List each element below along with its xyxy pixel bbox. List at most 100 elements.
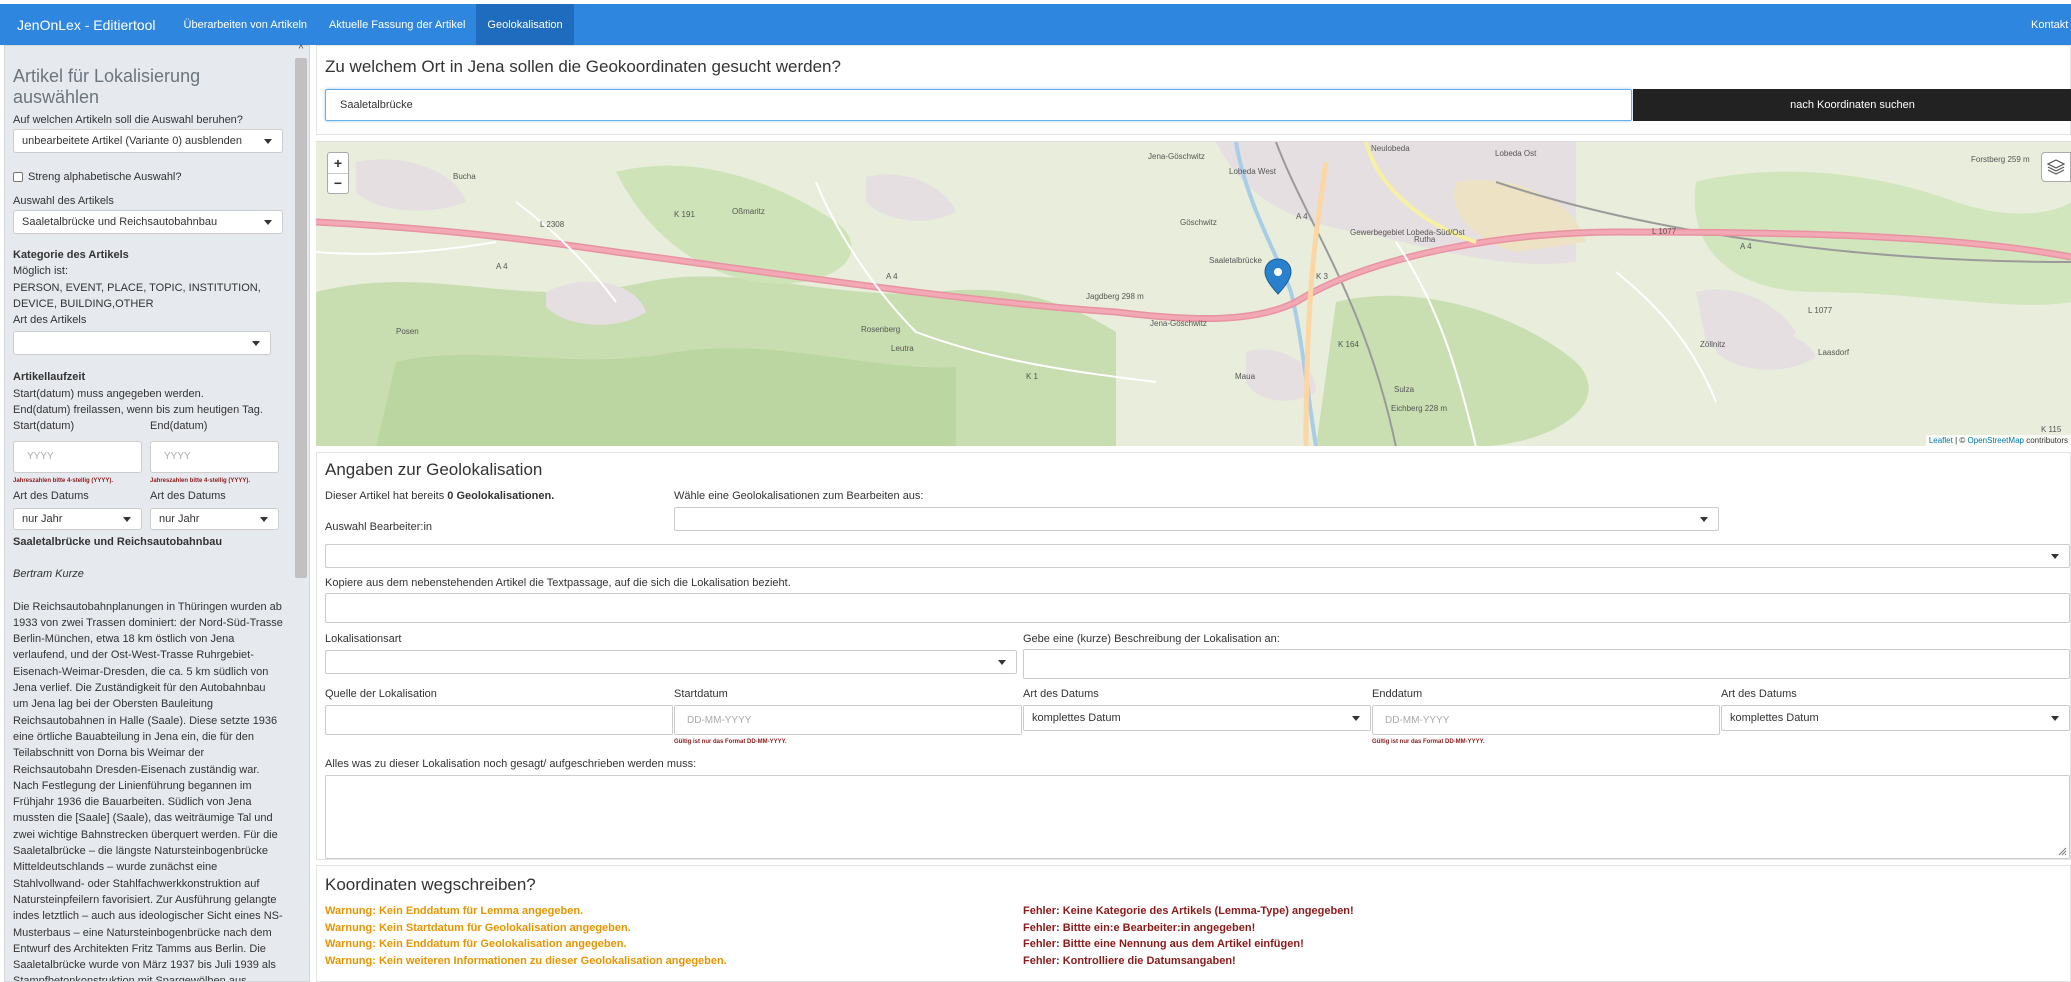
start-year-input[interactable]: YYYY xyxy=(13,440,142,473)
error-message: Fehler: Kontrolliere die Datumsangaben! xyxy=(1023,954,1236,967)
start-date-label: Start(datum) xyxy=(13,420,75,433)
map-label: L 1077 xyxy=(1808,306,1833,315)
description-label: Gebe eine (kurze) Beschreibung der Lokal… xyxy=(1023,633,1280,645)
geo-end-date-input[interactable]: DD-MM-YYYY xyxy=(1372,705,1720,735)
geo-end-date-type-select[interactable]: komplettes Datum xyxy=(1721,705,2070,731)
geo-start-date-type-label: Art des Datums xyxy=(1023,688,1099,700)
zoom-out-button[interactable]: − xyxy=(328,174,348,194)
map[interactable]: Bucha Oßmaritz Göschwitz Saaletalbrücke … xyxy=(316,141,2071,446)
map-label: Forstberg 259 m xyxy=(1971,155,2030,164)
nav-tab-edit-articles[interactable]: Überarbeiten von Artikeln xyxy=(173,4,319,45)
caret-down-icon xyxy=(1700,517,1708,522)
start-date-type-select[interactable]: nur Jahr xyxy=(13,507,142,530)
geolocation-count-prefix: Dieser Artikel hat bereits xyxy=(325,490,448,502)
caret-down-icon xyxy=(1352,716,1360,721)
article-select[interactable]: Saaletalbrücke und Reichsautobahnbau xyxy=(13,210,283,234)
map-label: A 4 xyxy=(1296,212,1308,221)
map-attribution: Leaflet | © OpenStreetMap contributors xyxy=(1925,435,2071,446)
article-title: Saaletalbrücke und Reichsautobahnbau xyxy=(13,535,223,548)
map-label: K 1 xyxy=(1026,372,1039,381)
layers-icon[interactable] xyxy=(2041,152,2071,182)
geo-start-date-type-value: komplettes Datum xyxy=(1032,712,1121,724)
save-card: Koordinaten wegschreiben? Warnung: Kein … xyxy=(316,865,2071,982)
source-input[interactable] xyxy=(325,705,673,735)
strict-alpha-checkbox[interactable] xyxy=(13,172,23,182)
passage-input[interactable] xyxy=(325,593,2070,623)
search-question: Zu welchem Ort in Jena sollen die Geokoo… xyxy=(325,57,841,76)
map-label: Laasdorf xyxy=(1818,348,1850,357)
runtime-note-end: End(datum) freilassen, wenn bis zum heut… xyxy=(13,404,263,417)
osm-link[interactable]: OpenStreetMap xyxy=(1967,436,2023,445)
search-coordinates-button[interactable]: nach Koordinaten suchen xyxy=(1633,89,2071,121)
category-type-label: Art des Artikels xyxy=(13,314,87,327)
caret-down-icon xyxy=(264,139,272,144)
category-type-select[interactable] xyxy=(13,331,271,356)
caret-down-icon xyxy=(123,516,131,522)
map-label: Maua xyxy=(1235,372,1256,381)
end-date-type-value: nur Jahr xyxy=(159,512,200,525)
map-label: Gewerbegebiet Lobeda-Süd/Ost xyxy=(1350,228,1465,237)
error-message: Fehler: Keine Kategorie des Artikels (Le… xyxy=(1023,905,1354,917)
notes-textarea[interactable] xyxy=(325,775,2070,859)
scroll-up-icon[interactable]: ^ xyxy=(293,44,309,58)
end-year-input[interactable]: YYYY xyxy=(150,440,279,473)
nav-tab-geolocation[interactable]: Geolokalisation xyxy=(476,4,574,45)
start-date-type-label: Art des Datums xyxy=(13,489,89,502)
geo-start-date-type-select[interactable]: komplettes Datum xyxy=(1023,705,1371,731)
map-label: K 3 xyxy=(1316,272,1329,281)
map-label: K 164 xyxy=(1338,340,1359,349)
error-message: Fehler: Bittte eine Nennung aus dem Arti… xyxy=(1023,938,1304,950)
map-label: Lobeda Ost xyxy=(1495,149,1537,158)
nav-tab-current-articles[interactable]: Aktuelle Fassung der Artikel xyxy=(318,4,476,45)
navbar: JenOnLex - Editiertool Überarbeiten von … xyxy=(0,4,2071,45)
brand-title[interactable]: JenOnLex - Editiertool xyxy=(0,17,173,33)
end-date-type-select[interactable]: nur Jahr xyxy=(150,507,279,530)
map-label: Jagdberg 298 m xyxy=(1086,292,1144,301)
notes-label: Alles was zu dieser Lokalisation noch ge… xyxy=(325,758,697,770)
caret-down-icon xyxy=(260,516,268,522)
sidebar-scrollbar[interactable] xyxy=(295,58,307,578)
leaflet-link[interactable]: Leaflet xyxy=(1929,436,1953,445)
geo-end-date-type-value: komplettes Datum xyxy=(1730,712,1819,724)
map-label: Lobeda West xyxy=(1229,167,1276,176)
end-year-hint: Jahreszahlen bitte 4-stellig (YYYY). xyxy=(150,477,251,484)
category-possible: Möglich ist: xyxy=(13,265,69,278)
warnings-list: Warnung: Kein Enddatum für Lemma angegeb… xyxy=(325,903,727,969)
map-label: A 4 xyxy=(496,262,508,271)
strict-alpha-checkbox-row[interactable]: Streng alphabetische Auswahl? xyxy=(13,171,283,183)
selection-basis-select[interactable]: unbearbeitete Artikel (Variante 0) ausbl… xyxy=(13,129,283,153)
map-label: Zöllnitz xyxy=(1700,340,1726,349)
start-year-hint: Jahreszahlen bitte 4-stellig (YYYY). xyxy=(13,477,114,484)
geo-start-date-label: Startdatum xyxy=(674,688,728,700)
warning-message: Warnung: Kein Enddatum für Geolokalisati… xyxy=(325,938,627,950)
errors-list: Fehler: Keine Kategorie des Artikels (Le… xyxy=(1023,903,1354,969)
geo-start-date-input[interactable]: DD-MM-YYYY xyxy=(674,705,1022,735)
warning-message: Warnung: Kein Enddatum für Lemma angegeb… xyxy=(325,905,584,917)
map-label: Leutra xyxy=(891,344,914,353)
article-author: Bertram Kurze xyxy=(13,568,84,581)
zoom-in-button[interactable]: + xyxy=(328,153,348,174)
warning-message: Warnung: Kein weiteren Informationen zu … xyxy=(325,954,727,967)
map-label: A 4 xyxy=(1740,242,1752,251)
caret-down-icon xyxy=(2051,554,2059,559)
end-date-type-label: Art des Datums xyxy=(150,489,226,502)
category-heading: Kategorie des Artikels xyxy=(13,249,129,261)
article-select-label: Auswahl des Artikels xyxy=(13,195,114,207)
map-label: Oßmaritz xyxy=(732,207,765,216)
map-zoom-control: + − xyxy=(327,152,349,194)
error-message: Fehler: Bittte ein:e Bearbeiter:in angeg… xyxy=(1023,921,1256,934)
map-label: L 1077 xyxy=(1652,227,1677,236)
description-input[interactable] xyxy=(1023,649,2070,679)
runtime-note-start: Start(datum) muss angegeben werden. xyxy=(13,387,204,400)
end-date-label: End(datum) xyxy=(150,420,208,433)
geo-start-date-hint: Gültig ist nur das Format DD-MM-YYYY. xyxy=(674,739,787,745)
location-search-input[interactable]: Saaletalbrücke xyxy=(325,89,1632,121)
map-label: Neulobeda xyxy=(1371,144,1410,153)
nav-contact[interactable]: Kontakt xyxy=(2031,19,2071,31)
map-tiles xyxy=(316,142,2071,446)
resize-grip-icon[interactable] xyxy=(2057,846,2067,856)
localization-type-select[interactable] xyxy=(325,650,1017,674)
map-label: L 2308 xyxy=(540,220,565,229)
editor-select[interactable] xyxy=(325,544,2070,568)
choose-geolocation-select[interactable] xyxy=(674,507,1719,531)
